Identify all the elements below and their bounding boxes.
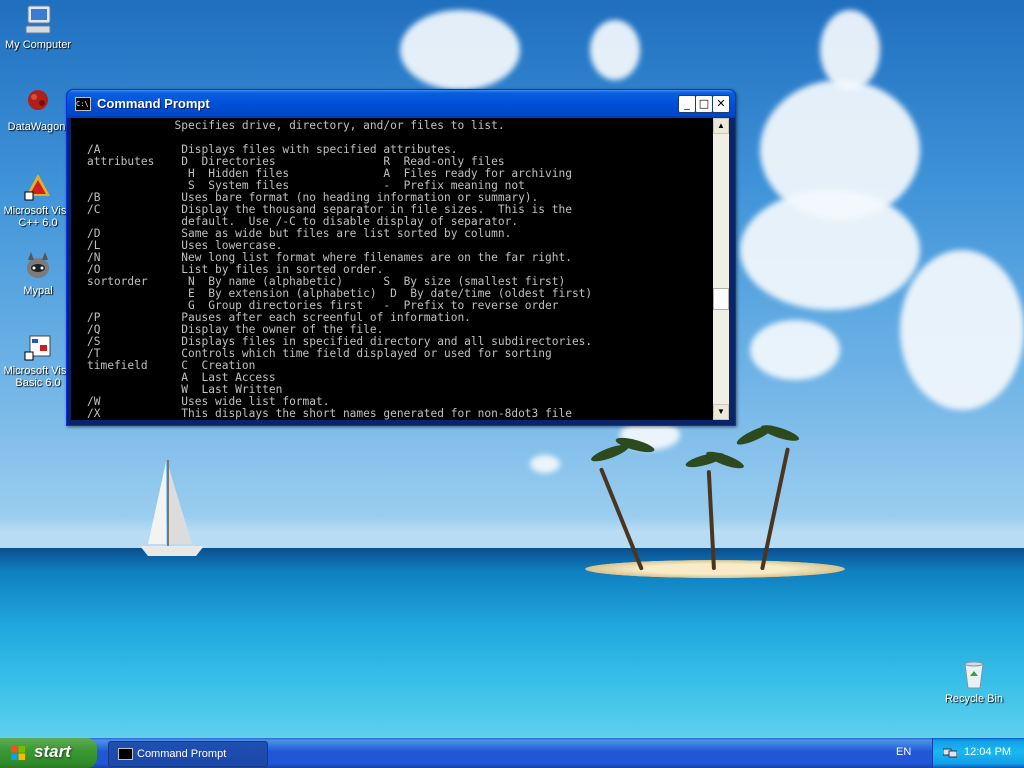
desktop-icon-visual-cpp[interactable]: Microsoft Visu C++ 6.0 — [0, 170, 76, 229]
close-button[interactable]: ✕ — [712, 95, 730, 113]
sea — [0, 548, 1024, 738]
desktop-icon-my-computer[interactable]: My Computer — [0, 4, 76, 51]
cloud — [590, 20, 640, 80]
cloud — [900, 250, 1024, 410]
minimize-button[interactable]: _ — [678, 95, 696, 113]
maximize-button[interactable]: □ — [695, 95, 713, 113]
desktop-icon-mypal[interactable]: Mypal — [0, 250, 76, 297]
desktop-icon-label: My Computer — [4, 39, 72, 51]
windows-flag-icon — [11, 746, 26, 761]
command-prompt-icon — [118, 748, 133, 760]
system-tray: 12:04 PM — [932, 738, 1024, 768]
taskbar-button-label: Command Prompt — [137, 748, 227, 760]
desktop-icon-label-line1: Microsoft Visu — [3, 205, 73, 217]
cloud — [820, 10, 880, 90]
mypal-icon — [27, 252, 49, 278]
datawagon-icon — [28, 90, 48, 110]
cloud — [740, 190, 920, 310]
recycle-bin-icon — [964, 661, 984, 689]
start-button[interactable]: start — [0, 738, 97, 768]
desktop-icon-recycle-bin[interactable]: Recycle Bin — [936, 658, 1012, 705]
desktop-icon-label-line2: C++ 6.0 — [18, 217, 58, 229]
vertical-scrollbar[interactable]: ▲ ▼ — [713, 118, 729, 420]
desktop-icon-label: Recycle Bin — [944, 693, 1004, 705]
desktop-icon-label-line1: Microsoft Visu — [3, 365, 73, 377]
window-titlebar[interactable]: C:\ Command Prompt _ □ ✕ — [67, 90, 735, 118]
desktop-icon-datawagon[interactable]: DataWagon. — [0, 86, 76, 133]
taskbar-button-command-prompt[interactable]: Command Prompt — [108, 741, 268, 767]
console-output[interactable]: Specifies drive, directory, and/or files… — [71, 118, 713, 420]
cloud — [530, 455, 560, 473]
visual-basic-icon — [24, 335, 51, 361]
taskbar: start Command Prompt EN 12:04 PM — [0, 738, 1024, 768]
visual-cpp-icon — [24, 174, 50, 201]
desktop-icon-label: Mypal — [23, 285, 53, 297]
network-icon[interactable] — [943, 747, 957, 759]
clock[interactable]: 12:04 PM — [964, 746, 1011, 758]
console-text: Specifies drive, directory, and/or files… — [87, 119, 593, 420]
scrollbar-thumb[interactable] — [713, 288, 729, 310]
desktop-icon-label: DataWagon. — [7, 121, 69, 133]
scroll-up-arrow-icon[interactable]: ▲ — [713, 118, 729, 134]
desktop-icon-visual-basic[interactable]: Microsoft Visu Basic 6.0 — [0, 330, 76, 389]
my-computer-icon — [25, 5, 51, 34]
sailboat — [140, 460, 204, 556]
language-indicator[interactable]: EN — [896, 746, 911, 758]
start-label: start — [34, 742, 71, 761]
window-title: Command Prompt — [97, 96, 210, 111]
cloud — [750, 320, 840, 380]
command-prompt-window[interactable]: C:\ Command Prompt _ □ ✕ Specifies drive… — [66, 89, 736, 426]
cloud — [400, 10, 520, 90]
scroll-down-arrow-icon[interactable]: ▼ — [713, 404, 729, 420]
desktop-icon-label-line2: Basic 6.0 — [15, 377, 61, 389]
command-prompt-icon[interactable]: C:\ — [75, 97, 91, 111]
